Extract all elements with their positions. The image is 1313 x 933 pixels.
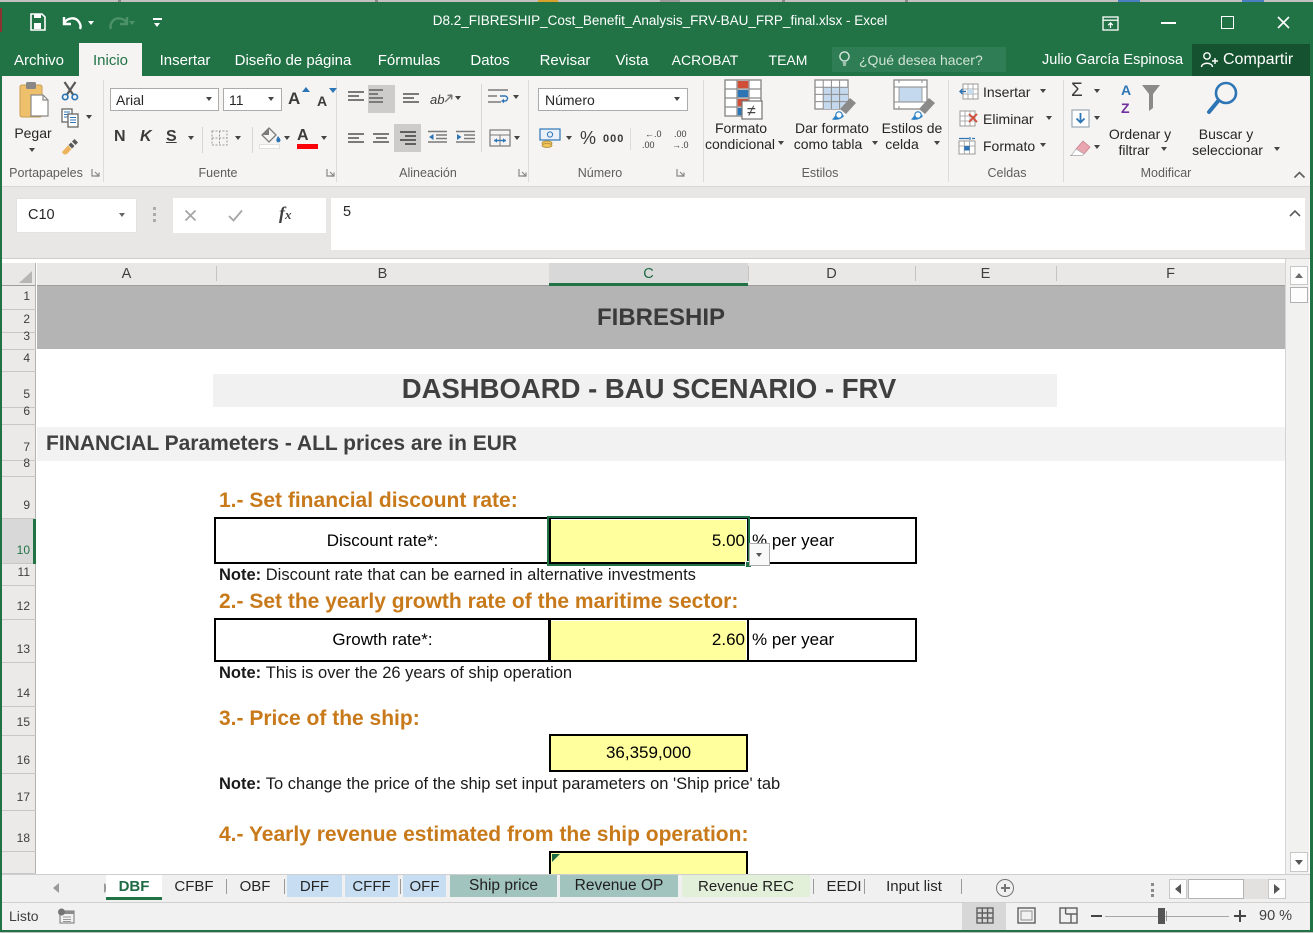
svg-text:←.0: ←.0	[645, 129, 662, 139]
svg-text:.00: .00	[674, 129, 687, 139]
svg-text:A: A	[1121, 82, 1131, 98]
svg-text:≠: ≠	[747, 103, 756, 120]
svg-text:ab: ab	[430, 92, 444, 107]
svg-text:Z: Z	[1121, 100, 1130, 116]
svg-text:→.0: →.0	[672, 140, 689, 150]
svg-text:.00: .00	[642, 140, 655, 150]
